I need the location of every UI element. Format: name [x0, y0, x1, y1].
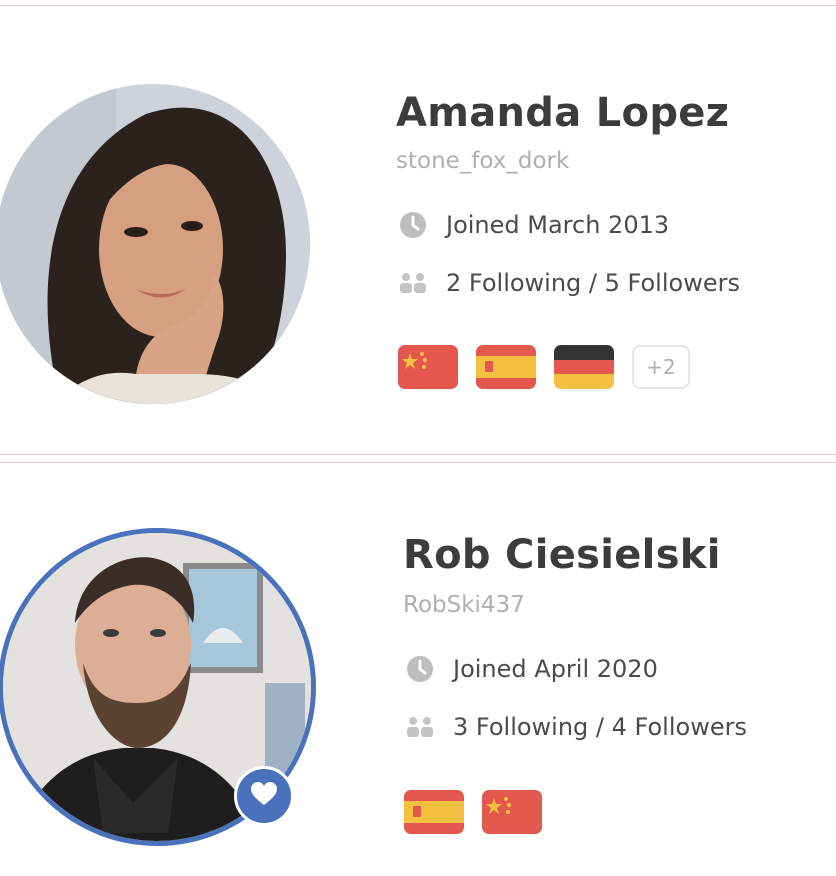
follow-stats[interactable]: 2 Following / 5 Followers: [396, 266, 740, 300]
profile-name: Amanda Lopez: [396, 90, 730, 136]
profile-username: stone_fox_dork: [396, 148, 570, 174]
follow-stats-text: 2 Following / 5 Followers: [446, 269, 740, 297]
language-flags: +2: [398, 345, 690, 389]
language-flags: [404, 790, 560, 834]
joined-date: Joined March 2013: [396, 208, 669, 242]
profile-card-amanda[interactable]: Amanda Lopez stone_fox_dork Joined March…: [0, 0, 836, 450]
avatar[interactable]: [0, 84, 310, 404]
heart-icon: [250, 781, 278, 811]
clock-icon: [396, 208, 430, 242]
flag-spain-icon[interactable]: [476, 345, 536, 389]
favorite-badge[interactable]: [234, 766, 294, 826]
joined-text: Joined April 2020: [453, 655, 658, 683]
flag-spain-icon[interactable]: [404, 790, 464, 834]
people-icon: [396, 266, 430, 300]
flag-germany-icon[interactable]: [554, 345, 614, 389]
section-divider-2: [0, 462, 836, 463]
joined-text: Joined March 2013: [446, 211, 670, 239]
flag-china-icon[interactable]: [398, 345, 458, 389]
follow-stats[interactable]: 3 Following / 4 Followers: [403, 710, 747, 744]
more-flags-button[interactable]: +2: [632, 345, 690, 389]
section-divider: [0, 454, 836, 455]
profile-card-rob[interactable]: Rob Ciesielski RobSki437 Joined April 20…: [0, 466, 836, 876]
profile-name: Rob Ciesielski: [403, 532, 721, 578]
follow-stats-text: 3 Following / 4 Followers: [453, 713, 747, 741]
clock-icon: [403, 652, 437, 686]
people-icon: [403, 710, 437, 744]
flag-china-icon[interactable]: [482, 790, 542, 834]
profile-username: RobSki437: [403, 592, 525, 618]
joined-date: Joined April 2020: [403, 652, 658, 686]
